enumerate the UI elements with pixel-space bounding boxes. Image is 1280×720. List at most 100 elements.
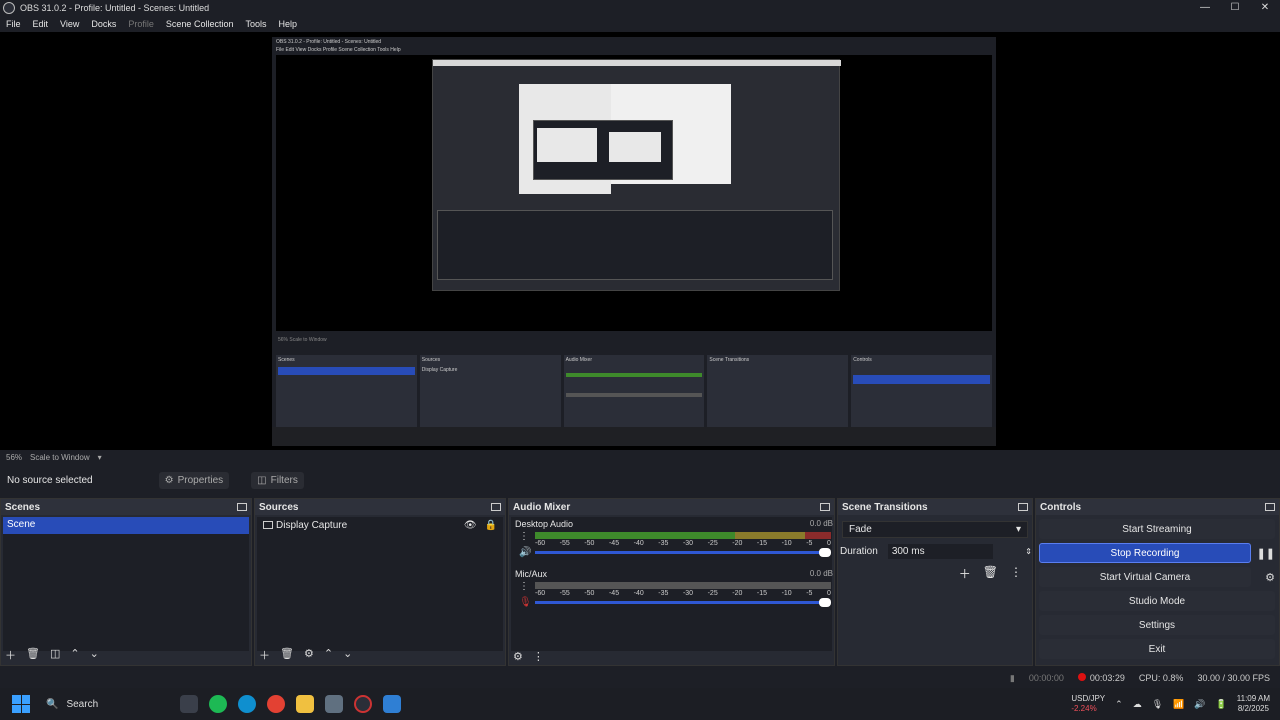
trash-icon[interactable]: 🗑 <box>280 647 294 663</box>
file-explorer-icon[interactable] <box>296 695 314 713</box>
undock-icon[interactable] <box>1018 503 1028 511</box>
add-icon[interactable]: ＋ <box>259 647 270 663</box>
sources-title: Sources <box>259 501 299 513</box>
clock[interactable]: 11:09 AM 8/2/2025 <box>1237 694 1270 715</box>
camera-icon[interactable] <box>325 695 343 713</box>
filter-icon[interactable]: ◫ <box>50 647 60 663</box>
more-options-icon[interactable]: ⋮ <box>519 581 529 592</box>
add-icon[interactable]: ＋ <box>959 565 971 582</box>
audio-mixer-dock: Audio Mixer Desktop Audio 0.0 dB -60 -55 -5… <box>508 498 835 666</box>
settings-button[interactable]: Settings <box>1039 615 1275 635</box>
exit-button[interactable]: Exit <box>1039 639 1275 659</box>
title-bar: OBS 31.0.2 - Profile: Untitled - Scenes:… <box>0 0 1280 15</box>
stock-widget[interactable]: USD/JPY -2.24% <box>1071 694 1105 713</box>
mixer-header: Audio Mixer <box>509 499 834 515</box>
edge-icon[interactable] <box>238 695 256 713</box>
captured-screen: OBS 31.0.2 - Profile: Untitled - Scenes:… <box>272 37 996 446</box>
more-options-icon[interactable]: ⋮ <box>533 650 544 663</box>
start-streaming-button[interactable]: Start Streaming <box>1039 519 1275 539</box>
speaker-icon[interactable]: 🔊 <box>519 547 531 558</box>
menu-file[interactable]: File <box>6 19 21 29</box>
recording-time: 00:03:29 <box>1089 673 1125 683</box>
slider-knob[interactable] <box>819 598 831 607</box>
move-up-icon[interactable]: ⌃ <box>324 647 333 663</box>
transition-select[interactable]: Fade ▾ <box>842 521 1028 538</box>
menu-view[interactable]: View <box>60 19 79 29</box>
system-tray: USD/JPY -2.24% ⌃ ☁ 🎙 📶 🔊 🔋 11:09 AM 8/2/… <box>1071 688 1270 720</box>
sources-list: Display Capture 👁 🔒 <box>257 517 503 651</box>
nested-screen-image <box>432 59 841 291</box>
task-view-icon[interactable] <box>180 695 198 713</box>
gear-icon[interactable]: ⚙ <box>1265 571 1275 584</box>
chevron-up-icon[interactable]: ⌃ <box>1115 699 1123 710</box>
zoom-level[interactable]: 56% <box>6 453 22 462</box>
trash-icon[interactable]: 🗑 <box>983 565 998 582</box>
menu-tools[interactable]: Tools <box>245 19 266 29</box>
eye-icon[interactable]: 👁 <box>464 520 477 531</box>
nested-scenes-title: Scenes <box>278 357 295 363</box>
filters-button[interactable]: ◫ Filters <box>251 471 304 489</box>
source-toolbar: No source selected ⚙ Properties ◫ Filter… <box>0 466 1280 494</box>
menu-scene-collection[interactable]: Scene Collection <box>166 19 234 29</box>
nested-transitions-title: Scene Transitions <box>709 357 750 363</box>
undock-icon[interactable] <box>237 503 247 511</box>
stop-recording-button[interactable]: Stop Recording <box>1039 543 1251 563</box>
volume-slider[interactable] <box>535 548 831 557</box>
maximize-button[interactable]: ☐ <box>1220 0 1250 15</box>
nested-source-item: Display Capture <box>421 367 458 373</box>
scenes-header: Scenes <box>1 499 251 515</box>
mic-icon[interactable]: 🎙 <box>1152 699 1163 710</box>
studio-mode-button[interactable]: Studio Mode <box>1039 591 1275 611</box>
advanced-audio-icon[interactable]: ⚙ <box>513 650 523 663</box>
move-down-icon[interactable]: ⌄ <box>90 647 99 663</box>
wifi-icon[interactable]: 📶 <box>1173 699 1184 710</box>
undock-icon[interactable] <box>1265 503 1275 511</box>
search-icon: 🔍 <box>46 698 59 710</box>
undock-icon[interactable] <box>820 503 830 511</box>
slider-knob[interactable] <box>819 548 831 557</box>
start-virtual-camera-button[interactable]: Start Virtual Camera <box>1039 567 1251 587</box>
chevron-down-icon[interactable]: ▾ <box>98 453 102 462</box>
undock-icon[interactable] <box>491 503 501 511</box>
pause-icon[interactable]: ❚❚ <box>1257 547 1275 560</box>
transition-value: Fade <box>849 524 872 535</box>
source-item[interactable]: Display Capture 👁 🔒 <box>257 517 503 533</box>
lock-icon[interactable]: 🔒 <box>485 520 497 531</box>
add-icon[interactable]: ＋ <box>5 647 16 663</box>
more-options-icon[interactable]: ⋮ <box>519 531 529 542</box>
menu-help[interactable]: Help <box>278 19 297 29</box>
properties-button[interactable]: ⚙ Properties <box>158 471 230 489</box>
minimize-button[interactable]: — <box>1190 0 1220 15</box>
obs-taskbar-icon[interactable] <box>354 695 372 713</box>
signal-icon: ▮ <box>1009 672 1015 683</box>
scale-mode[interactable]: Scale to Window <box>30 453 90 462</box>
volume-slider[interactable] <box>535 598 831 607</box>
gear-icon[interactable]: ⚙ <box>304 647 314 663</box>
chrome-icon[interactable] <box>267 695 285 713</box>
menu-edit[interactable]: Edit <box>33 19 49 29</box>
onedrive-icon[interactable]: ☁ <box>1133 699 1142 710</box>
move-down-icon[interactable]: ⌄ <box>343 647 352 663</box>
duration-field[interactable]: 300 ms <box>887 544 994 559</box>
move-up-icon[interactable]: ⌃ <box>70 647 79 663</box>
channel-name: Desktop Audio <box>515 519 574 529</box>
trash-icon[interactable]: 🗑 <box>26 647 40 663</box>
close-button[interactable]: ✕ <box>1250 0 1280 15</box>
taskbar-search[interactable]: 🔍 Search <box>40 692 180 716</box>
more-options-icon[interactable]: ⋮ <box>1010 565 1022 582</box>
menu-docks[interactable]: Docks <box>91 19 116 29</box>
battery-icon[interactable]: 🔋 <box>1216 699 1227 710</box>
menu-bar: File Edit View Docks Profile Scene Colle… <box>0 15 1280 32</box>
duration-label: Duration <box>840 546 878 557</box>
app-icon[interactable] <box>383 695 401 713</box>
windows-start-icon[interactable] <box>12 695 30 713</box>
spotify-icon[interactable] <box>209 695 227 713</box>
scene-item[interactable]: Scene <box>3 517 249 534</box>
mic-muted-icon[interactable]: 🎙 <box>519 597 532 608</box>
controls-header: Controls <box>1036 499 1279 515</box>
menu-profile[interactable]: Profile <box>128 19 154 29</box>
scenes-dock: Scenes Scene ＋ 🗑 ◫ ⌃ ⌄ <box>0 498 252 666</box>
spinner-icon[interactable]: ⇕ <box>1025 547 1032 556</box>
volume-icon[interactable]: 🔊 <box>1194 699 1205 710</box>
scenes-toolbar: ＋ 🗑 ◫ ⌃ ⌄ <box>5 647 99 663</box>
